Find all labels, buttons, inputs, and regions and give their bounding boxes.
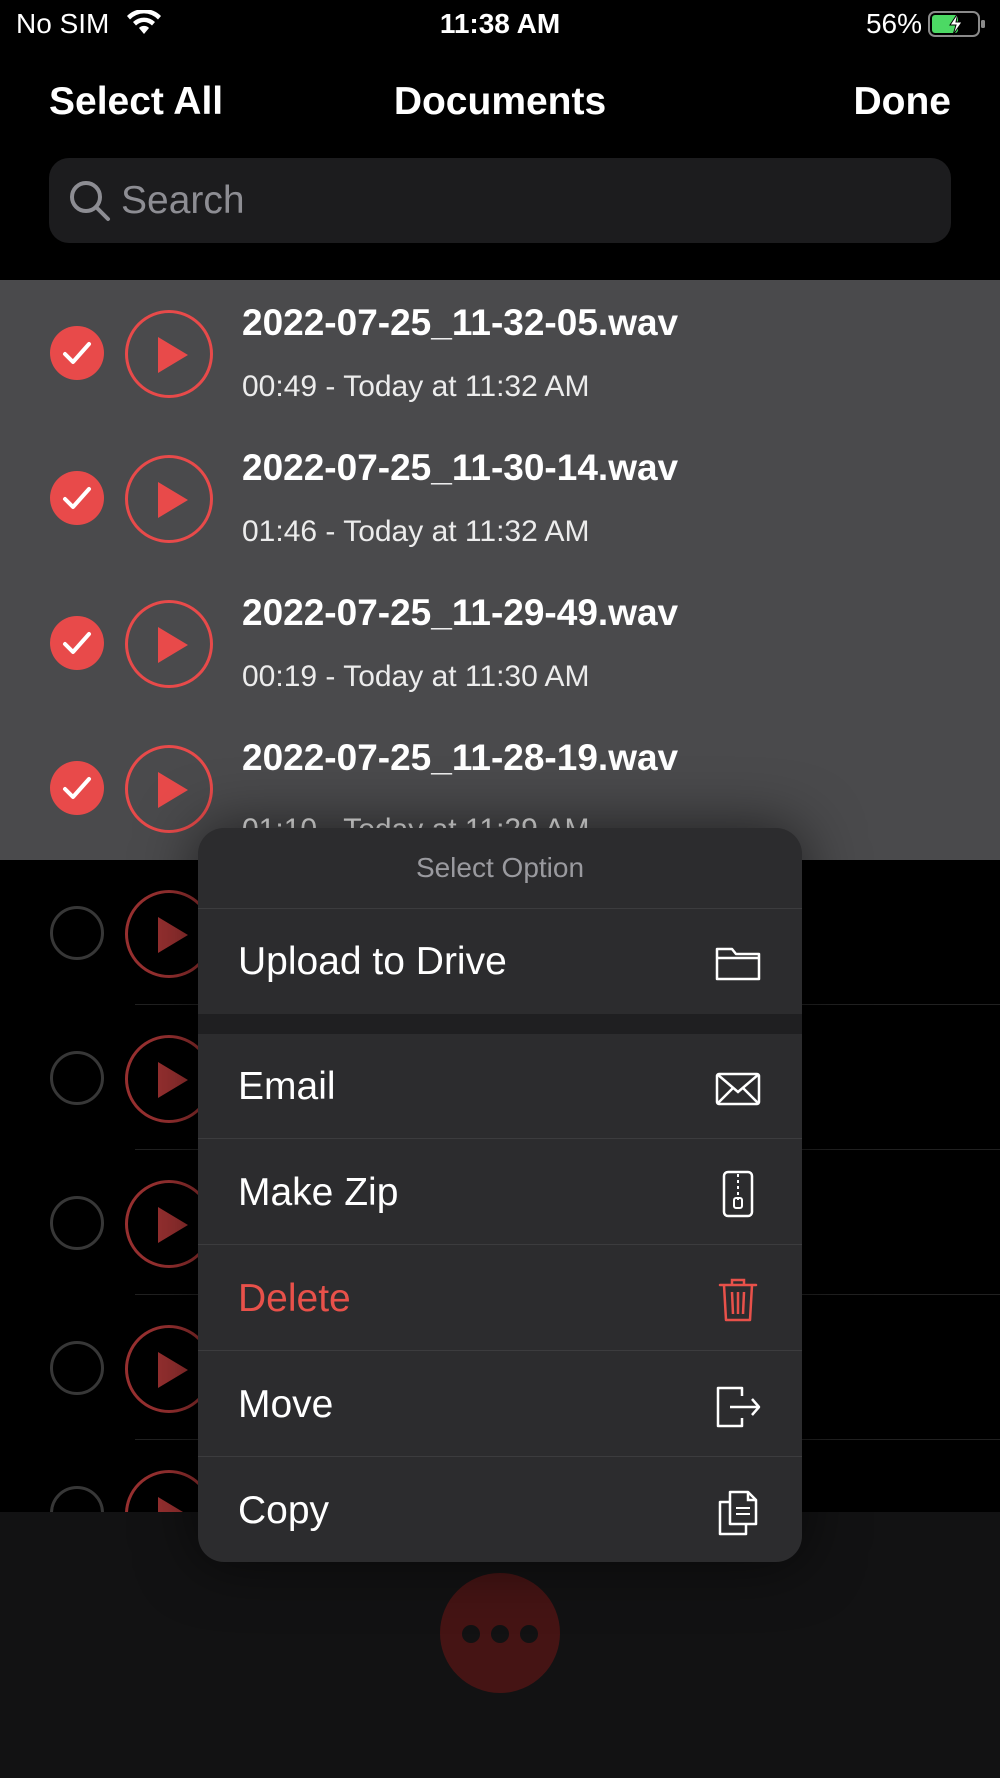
battery-percent: 56%: [865, 8, 922, 39]
battery-charging-icon: [928, 11, 985, 37]
trash-icon: [718, 1278, 758, 1322]
list-item[interactable]: 2022-07-25_11-29-49.wav 00:19 - Today at…: [0, 570, 1000, 715]
status-bar: No SIM 11:38 AM 56%: [0, 0, 1000, 50]
search-bar[interactable]: [49, 158, 951, 243]
file-detail: 00:19 - Today at 11:30 AM: [242, 660, 590, 693]
zip-file-icon: [722, 1170, 754, 1218]
divider: [198, 1138, 802, 1139]
action-sheet-title: Select Option: [415, 852, 585, 883]
section-gap: [198, 1014, 802, 1034]
selected-check-icon[interactable]: [50, 761, 104, 815]
copy-label: Copy: [238, 1489, 330, 1532]
upload-to-drive-button[interactable]: Upload to Drive: [198, 909, 802, 1014]
email-button[interactable]: Email: [198, 1034, 802, 1139]
list-item[interactable]: 2022-07-25_11-30-14.wav 01:46 - Today at…: [0, 425, 1000, 570]
status-time: 11:38 AM: [439, 8, 561, 39]
action-sheet: Select Option Upload to Drive Email Make…: [198, 828, 802, 1562]
delete-label: Delete: [238, 1277, 351, 1320]
envelope-icon: [715, 1072, 761, 1106]
email-label: Email: [238, 1065, 336, 1108]
make-zip-button[interactable]: Make Zip: [198, 1140, 802, 1245]
search-icon: [70, 181, 110, 221]
move-button[interactable]: Move: [198, 1352, 802, 1457]
play-icon[interactable]: [125, 455, 213, 543]
delete-button[interactable]: Delete: [198, 1246, 802, 1351]
selected-check-icon[interactable]: [50, 326, 104, 380]
list-item[interactable]: 2022-07-25_11-32-05.wav 00:49 - Today at…: [0, 280, 1000, 425]
upload-to-drive-label: Upload to Drive: [238, 940, 507, 983]
selected-check-icon[interactable]: [50, 616, 104, 670]
copy-button[interactable]: Copy: [198, 1458, 802, 1562]
done-button[interactable]: Done: [854, 80, 952, 124]
file-name: 2022-07-25_11-30-14.wav: [242, 447, 679, 488]
move-out-icon: [716, 1386, 761, 1428]
copy-docs-icon: [718, 1490, 758, 1536]
play-icon[interactable]: [125, 745, 213, 833]
file-name: 2022-07-25_11-28-19.wav: [242, 737, 679, 778]
divider: [198, 1350, 802, 1351]
play-icon[interactable]: [125, 310, 213, 398]
search-input[interactable]: [121, 158, 921, 243]
file-name: 2022-07-25_11-32-05.wav: [242, 302, 679, 343]
play-icon[interactable]: [125, 600, 213, 688]
selected-check-icon[interactable]: [50, 471, 104, 525]
page-title: Documents: [393, 80, 607, 123]
navigation-bar: Select All Documents Done: [0, 72, 1000, 132]
file-detail: 01:46 - Today at 11:32 AM: [242, 515, 590, 548]
file-name: 2022-07-25_11-29-49.wav: [242, 592, 679, 633]
make-zip-label: Make Zip: [238, 1171, 399, 1214]
divider: [198, 1244, 802, 1245]
file-detail: 00:49 - Today at 11:32 AM: [242, 370, 590, 403]
folder-icon: [715, 947, 761, 981]
divider: [198, 1456, 802, 1457]
move-label: Move: [238, 1383, 334, 1426]
